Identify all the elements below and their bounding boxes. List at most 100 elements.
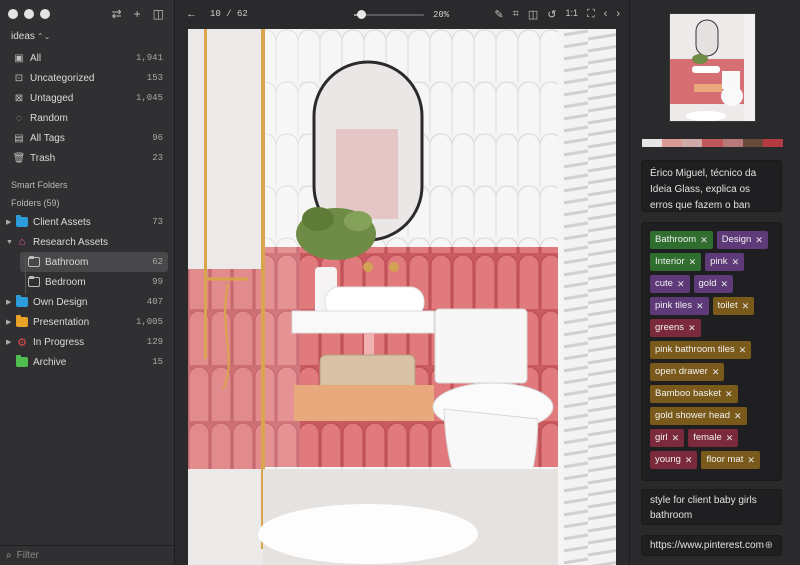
color-palette[interactable] xyxy=(642,139,783,147)
remove-tag-icon[interactable]: ✕ xyxy=(742,297,750,315)
nav-item-trash[interactable]: 🗑 Trash 23 xyxy=(0,148,174,168)
annotate-pen-icon[interactable]: ✎ xyxy=(494,8,503,21)
previous-icon[interactable]: ‹ xyxy=(604,8,608,21)
notes-field[interactable]: style for client baby girls bathroom xyxy=(641,489,782,525)
folder-research-assets[interactable]: ▼ ⌂ Research Assets xyxy=(0,232,174,252)
remove-tag-icon[interactable]: ✕ xyxy=(672,429,680,447)
folder-count: 129 xyxy=(146,337,163,347)
palette-swatch[interactable] xyxy=(742,139,763,147)
random-bulb-icon: ◌ xyxy=(16,112,22,124)
rotate-icon[interactable]: ↺ xyxy=(547,8,556,21)
add-icon[interactable]: + xyxy=(134,7,141,21)
folder-archive[interactable]: Archive 15 xyxy=(0,352,174,372)
tag-chip[interactable]: cute ✕ xyxy=(650,275,690,293)
folder-bedroom[interactable]: Bedroom 99 xyxy=(0,272,174,292)
preview-thumbnail[interactable] xyxy=(669,13,756,122)
tag-label: toilet xyxy=(717,300,738,311)
tag-chip[interactable]: toilet ✕ xyxy=(712,297,755,315)
tag-chip[interactable]: pink ✕ xyxy=(705,253,745,271)
disclosure-down-icon[interactable]: ▼ xyxy=(6,239,14,246)
tag-chip[interactable]: female ✕ xyxy=(688,429,739,447)
nav-item-untagged[interactable]: ⊠ Untagged 1,045 xyxy=(0,88,174,108)
remove-tag-icon[interactable]: ✕ xyxy=(734,407,742,425)
remove-tag-icon[interactable]: ✕ xyxy=(677,275,685,293)
palette-swatch[interactable] xyxy=(662,139,683,147)
remove-tag-icon[interactable]: ✕ xyxy=(712,363,720,381)
nav-item-uncategorized[interactable]: ⊡ Uncategorized 153 xyxy=(0,68,174,88)
fullscreen-icon[interactable]: ⛶ xyxy=(587,8,595,21)
tags-field[interactable]: Bathroom ✕ Design ✕ Interior ✕ pink ✕ cute ✕ gold ✕… xyxy=(641,222,782,481)
source-url-field[interactable]: https://www.pinterest.com ⊕ xyxy=(641,535,782,556)
remove-tag-icon[interactable]: ✕ xyxy=(726,429,734,447)
disclosure-right-icon[interactable]: ▶ xyxy=(6,298,14,306)
disclosure-right-icon[interactable]: ▶ xyxy=(6,338,14,346)
zoom-window-button[interactable] xyxy=(40,9,50,19)
tag-chip[interactable]: girl ✕ xyxy=(650,429,685,447)
nav-item-all-tags[interactable]: ▤ All Tags 96 xyxy=(0,128,174,148)
remove-tag-icon[interactable]: ✕ xyxy=(725,385,733,403)
library-switcher[interactable]: ideas ⌃⌄ xyxy=(11,31,50,42)
palette-swatch[interactable] xyxy=(762,139,783,147)
globe-icon[interactable]: ⊕ xyxy=(765,540,773,551)
palette-swatch[interactable] xyxy=(682,139,703,147)
tag-chip[interactable]: pink bathroom tiles ✕ xyxy=(650,341,752,359)
sidebar-toolbar: ⇄ + ◫ xyxy=(112,7,164,21)
tag-chip[interactable]: open drawer ✕ xyxy=(650,363,725,381)
remove-tag-icon[interactable]: ✕ xyxy=(747,451,755,469)
disclosure-right-icon[interactable]: ▶ xyxy=(6,218,14,226)
remove-tag-icon[interactable]: ✕ xyxy=(689,253,697,271)
back-arrow-icon[interactable]: ← xyxy=(186,8,197,20)
tag-chip[interactable]: Bamboo basket ✕ xyxy=(650,385,738,403)
remove-tag-icon[interactable]: ✕ xyxy=(700,231,708,249)
folder-client-assets[interactable]: ▶ Client Assets 73 xyxy=(0,212,174,232)
next-icon[interactable]: › xyxy=(616,8,620,21)
description-field[interactable]: Érico Miguel, técnico da Ideia Glass, ex… xyxy=(641,160,782,212)
remove-tag-icon[interactable]: ✕ xyxy=(732,253,740,271)
nav-label: Uncategorized xyxy=(30,72,95,84)
compare-icon[interactable]: ◫ xyxy=(528,8,538,21)
sync-icon[interactable]: ⇄ xyxy=(112,7,122,21)
tag-chip[interactable]: pink tiles ✕ xyxy=(650,297,709,315)
tag-chip[interactable]: young ✕ xyxy=(650,451,698,469)
folder-count: 407 xyxy=(146,297,163,307)
tag-chip[interactable]: gold shower head ✕ xyxy=(650,407,747,425)
folder-presentation[interactable]: ▶ Presentation 1,005 xyxy=(0,312,174,332)
tag-chip[interactable]: gold ✕ xyxy=(693,275,734,293)
remove-tag-icon[interactable]: ✕ xyxy=(755,231,763,249)
zoom-slider[interactable] xyxy=(354,10,424,19)
folder-bathroom[interactable]: Bathroom 62 xyxy=(20,252,168,272)
close-window-button[interactable] xyxy=(8,9,18,19)
zoom-slider-knob[interactable] xyxy=(357,10,366,19)
tag-chip[interactable]: Interior ✕ xyxy=(650,253,702,271)
remove-tag-icon[interactable]: ✕ xyxy=(696,297,704,315)
all-items-icon: ▣ xyxy=(14,52,24,64)
actual-size-icon[interactable]: 1:1 xyxy=(565,8,578,21)
tag-chip[interactable]: greens ✕ xyxy=(650,319,701,337)
filter-field[interactable]: ⌕ Filter xyxy=(0,545,174,565)
tag-label: pink bathroom tiles xyxy=(655,344,735,355)
palette-swatch[interactable] xyxy=(702,139,723,147)
remove-tag-icon[interactable]: ✕ xyxy=(685,451,693,469)
minimize-window-button[interactable] xyxy=(24,9,34,19)
remove-tag-icon[interactable]: ✕ xyxy=(720,275,728,293)
remove-tag-icon[interactable]: ✕ xyxy=(688,319,696,337)
folder-in-progress[interactable]: ▶ ⚙ In Progress 129 xyxy=(0,332,174,352)
disclosure-right-icon[interactable]: ▶ xyxy=(6,318,14,326)
nav-label: All Tags xyxy=(30,132,65,144)
folders-header[interactable]: Folders (59) xyxy=(0,194,174,212)
nav-item-all[interactable]: ▣ All 1,941 xyxy=(0,48,174,68)
tag-chip[interactable]: Design ✕ xyxy=(716,231,768,249)
toggle-sidebar-icon[interactable]: ◫ xyxy=(153,7,164,21)
crop-icon[interactable]: ⌗ xyxy=(513,8,519,21)
tag-label: gold xyxy=(698,278,717,289)
tag-chip[interactable]: Bathroom ✕ xyxy=(650,231,713,249)
smart-folders-header[interactable]: Smart Folders xyxy=(0,176,174,194)
palette-swatch[interactable] xyxy=(722,139,743,147)
bathroom-photo[interactable] xyxy=(188,29,616,565)
palette-swatch[interactable] xyxy=(642,139,663,147)
tag-chip[interactable]: floor mat ✕ xyxy=(701,451,760,469)
nav-count: 96 xyxy=(152,133,163,143)
remove-tag-icon[interactable]: ✕ xyxy=(739,341,747,359)
nav-item-random[interactable]: ◌ Random xyxy=(0,108,174,128)
folder-own-design[interactable]: ▶ Own Design 407 xyxy=(0,292,174,312)
